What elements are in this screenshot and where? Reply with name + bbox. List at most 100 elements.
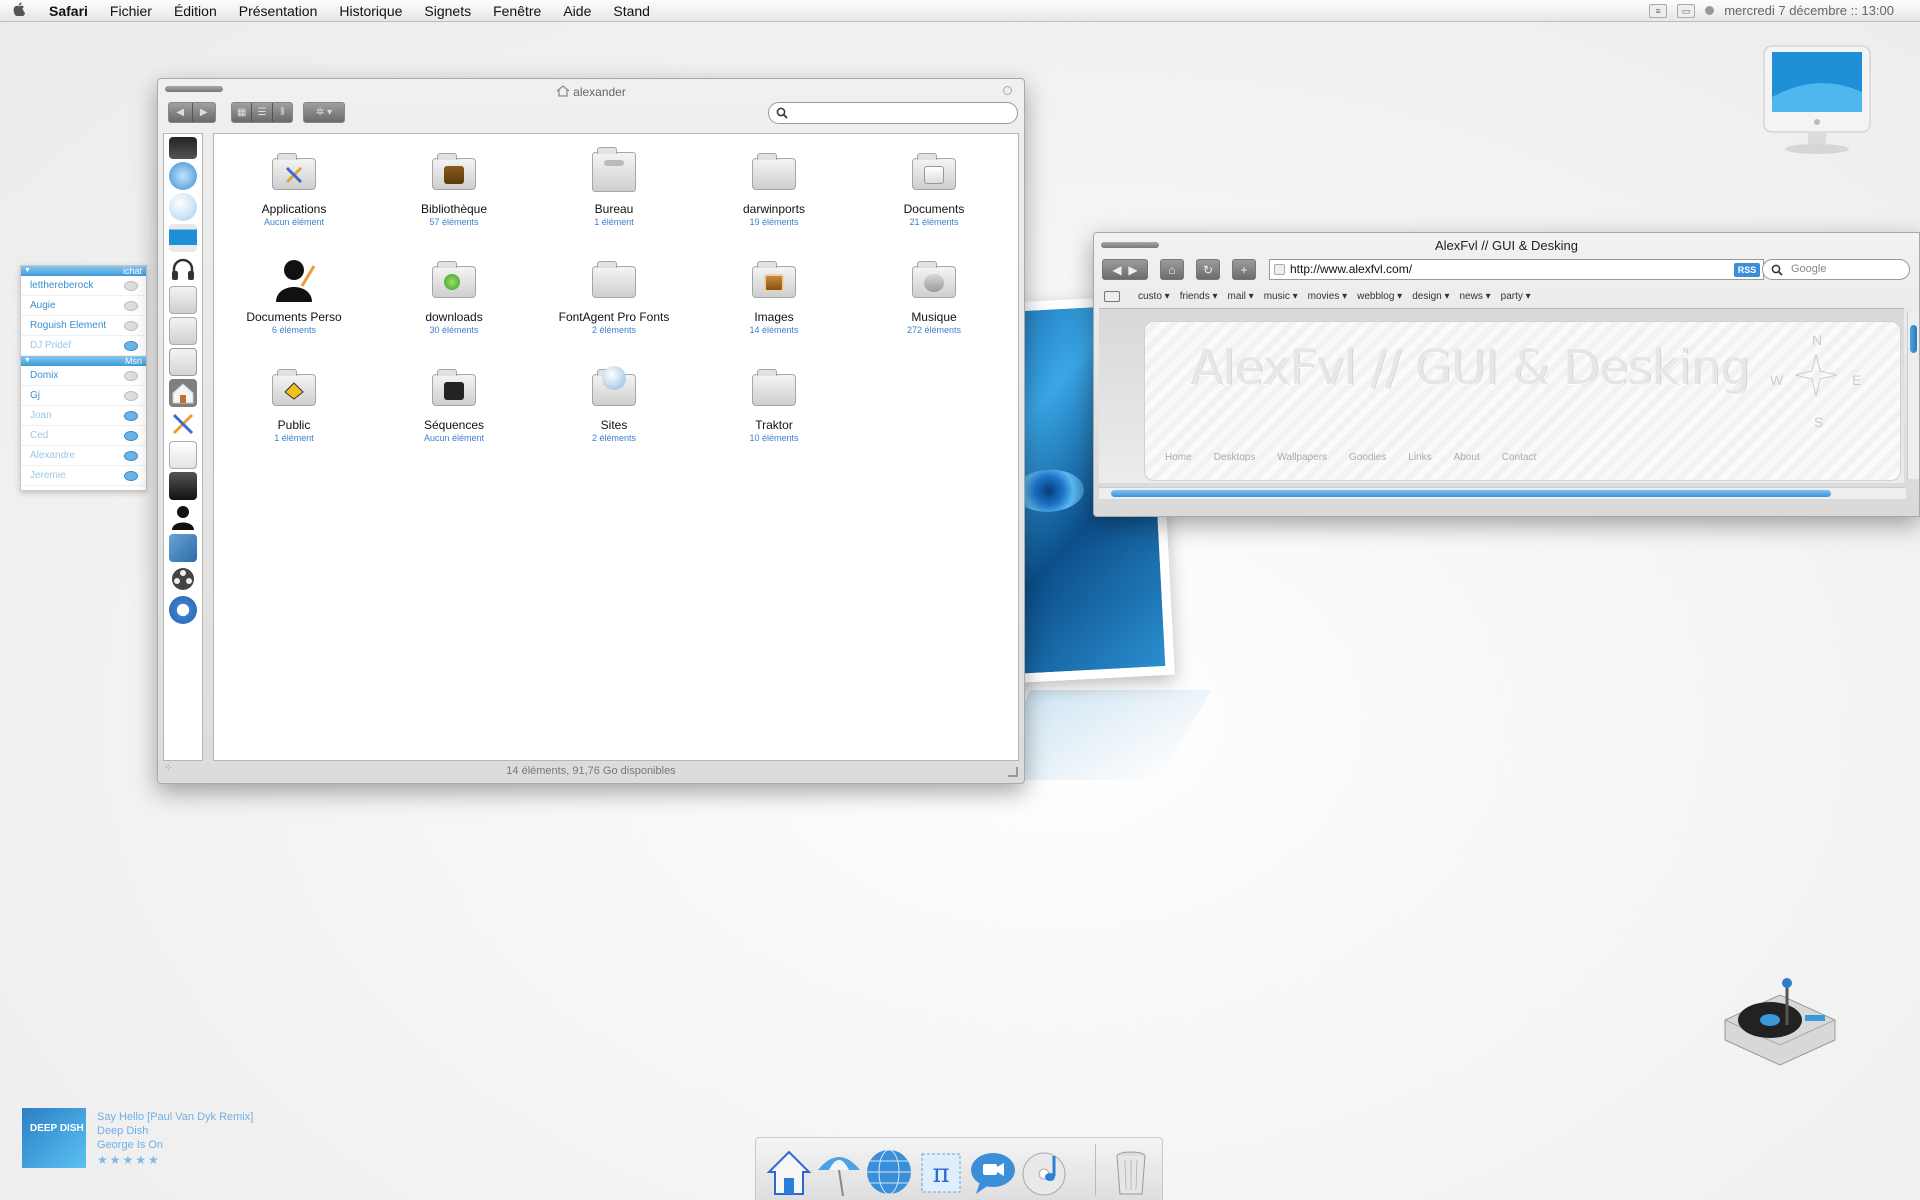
documents-icon[interactable] [169,441,197,469]
list-view-button[interactable]: ☰ [252,103,273,122]
buddy-row[interactable]: Jeremie [21,466,146,486]
file-item[interactable]: darwinports 19 éléments [699,148,849,227]
action-menu-button[interactable]: ✲ ▾ [303,102,345,123]
file-item[interactable]: Musique 272 éléments [859,256,1009,335]
bookmarks-book-icon[interactable] [1104,291,1120,302]
home-icon[interactable] [764,1146,814,1198]
file-item[interactable]: Traktor 10 éléments [699,364,849,443]
file-item[interactable]: Séquences Aucun élément [379,364,529,443]
site-logo[interactable]: AlexFvl // GUI & Desking [1190,340,1750,396]
resize-handle[interactable] [1008,767,1018,777]
buddy-row[interactable]: Joan [21,406,146,426]
file-item[interactable]: Sites 2 éléments [539,364,689,443]
ichat-bubble-icon[interactable] [968,1146,1018,1198]
forward-button[interactable]: ▶ [193,103,216,122]
menu-historique[interactable]: Historique [328,3,413,19]
scroll-thumb[interactable] [1111,490,1831,497]
buddy-row[interactable]: Roguish Element [21,316,146,336]
buddy-row[interactable]: letthereberock [21,276,146,296]
status-dot-icon[interactable] [1705,6,1715,15]
back-button[interactable]: ◀ [1112,263,1121,277]
google-search-field[interactable]: Google [1762,259,1910,280]
file-item[interactable]: Applications Aucun élément [219,148,369,227]
safari-globe-icon[interactable] [864,1146,914,1198]
album-art[interactable]: DEEP DISH [22,1108,86,1168]
ipod-icon[interactable] [169,596,197,624]
bookmark-folder[interactable]: webblog ▾ [1357,291,1402,302]
menu-signets[interactable]: Signets [413,3,482,19]
file-item[interactable]: downloads 30 éléments [379,256,529,335]
forward-button[interactable]: ▶ [1128,263,1137,277]
network-icon[interactable] [169,162,197,190]
menu-fenetre[interactable]: Fenêtre [482,3,552,19]
film-reel-icon[interactable] [169,565,197,593]
file-item[interactable]: FontAgent Pro Fonts 2 éléments [539,256,689,335]
rating-stars[interactable]: ★★★★★ [97,1153,161,1167]
scroll-thumb[interactable] [1910,325,1917,353]
home-button[interactable]: ⌂ [1160,259,1184,280]
globe-icon[interactable] [169,193,197,221]
trash-icon[interactable] [1106,1146,1156,1198]
menu-stand[interactable]: Stand [602,3,661,19]
nav-link-links[interactable]: Links [1408,452,1431,463]
headphones-icon[interactable] [169,255,197,283]
imac-icon[interactable] [169,224,197,252]
nav-link-about[interactable]: About [1454,452,1480,463]
bookmark-folder[interactable]: mail ▾ [1228,291,1254,302]
vertical-scrollbar[interactable] [1907,311,1919,479]
monitor-icon[interactable] [169,137,197,159]
add-bookmark-button[interactable]: + [1232,259,1256,280]
home-icon[interactable] [169,379,197,407]
buddy-row[interactable]: Alexandre [21,446,146,466]
turntable-icon[interactable] [1715,965,1845,1085]
nav-link-home[interactable]: Home [1165,452,1192,463]
menu-app-name[interactable]: Safari [38,3,99,19]
usb-drive-icon[interactable] [169,286,197,314]
buddy-row[interactable]: Ced [21,426,146,446]
pictures-icon[interactable] [169,534,197,562]
address-field[interactable]: http://www.alexfvl.com/ RSS [1269,259,1764,280]
toolbar-toggle-button[interactable] [1003,86,1012,95]
disclosure-triangle-icon[interactable]: ▼ [24,356,31,366]
bookmark-folder[interactable]: party ▾ [1501,291,1531,302]
back-forward-buttons[interactable]: ◀ ▶ [1102,259,1148,280]
bookmark-folder[interactable]: custo ▾ [1138,291,1170,302]
column-view-button[interactable]: ⫴ [273,103,292,122]
search-field[interactable] [768,102,1018,124]
nav-link-desktops[interactable]: Desktops [1214,452,1256,463]
user-icon[interactable] [169,503,197,531]
file-item[interactable]: Documents Perso 6 éléments [219,256,369,335]
beach-umbrella-icon[interactable] [814,1146,864,1198]
rss-button[interactable]: RSS [1734,263,1760,277]
apple-menu-icon[interactable] [0,2,38,19]
menu-edition[interactable]: Édition [163,3,228,19]
applications-icon[interactable] [169,410,197,438]
city-icon[interactable] [169,472,197,500]
menu-fichier[interactable]: Fichier [99,3,163,19]
horizontal-scrollbar[interactable] [1099,487,1906,499]
icon-view-button[interactable]: ▦ [232,103,253,122]
group-header-ichat[interactable]: ▼ ichat [21,266,146,276]
itunes-cd-icon[interactable] [1020,1146,1070,1198]
buddy-row[interactable]: DJ Pridef [21,336,146,356]
nav-link-wallpapers[interactable]: Wallpapers [1277,452,1327,463]
reload-button[interactable]: ↻ [1196,259,1220,280]
file-item[interactable]: Images 14 éléments [699,256,849,335]
nav-link-contact[interactable]: Contact [1502,452,1536,463]
bookmark-folder[interactable]: movies ▾ [1308,291,1348,302]
buddy-row[interactable]: Gj [21,386,146,406]
menu-extra-icon[interactable]: ≡ [1649,3,1668,18]
menu-aide[interactable]: Aide [552,3,602,19]
bookmark-folder[interactable]: music ▾ [1264,291,1298,302]
pi-stamp-icon[interactable]: π [916,1146,966,1198]
buddy-row[interactable]: Augie [21,296,146,316]
back-button[interactable]: ◀ [169,103,193,122]
bookmark-folder[interactable]: design ▾ [1412,291,1449,302]
menu-clock[interactable]: mercredi 7 décembre :: 13:00 [1724,3,1894,18]
buddy-row[interactable]: Domix [21,366,146,386]
menu-presentation[interactable]: Présentation [228,3,329,19]
menu-extra-icon[interactable]: ▭ [1677,3,1696,18]
bookmark-folder[interactable]: news ▾ [1460,291,1491,302]
imac-icon[interactable] [1758,42,1876,160]
file-item[interactable]: Public 1 élément [219,364,369,443]
